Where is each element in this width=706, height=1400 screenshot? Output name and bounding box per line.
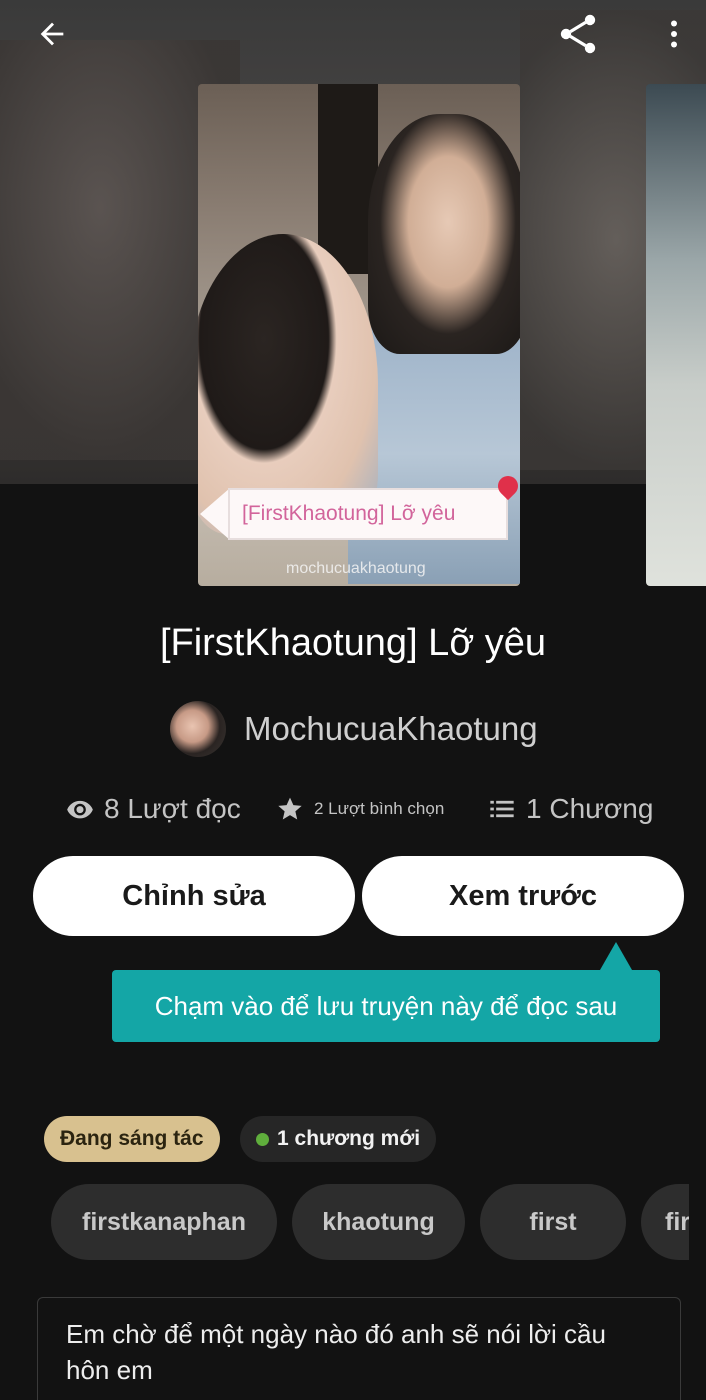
author-name[interactable]: MochucuaKhaotung — [244, 710, 538, 748]
reads-count: 8 Lượt đọc — [104, 793, 241, 824]
save-for-later-tooltip[interactable]: Chạm vào để lưu truyện này để đọc sau — [112, 970, 660, 1042]
tag-chip[interactable]: firstkanaphan — [51, 1184, 277, 1260]
author-row[interactable]: MochucuaKhaotung — [170, 700, 538, 758]
parts-count: 1 Chương — [526, 793, 654, 824]
tooltip-arrow — [600, 942, 632, 970]
new-parts-badge: 1 chương mới — [240, 1116, 437, 1162]
share-icon — [560, 14, 596, 54]
tag-chip[interactable]: khaotung — [292, 1184, 465, 1260]
votes-stat: 2 Lượt bình chọn — [276, 784, 444, 834]
reads-stat: 8 Lượt đọc — [66, 784, 241, 834]
more-options-button[interactable] — [646, 6, 702, 62]
preview-button[interactable]: Xem trước — [362, 856, 684, 936]
new-indicator-dot — [256, 1132, 269, 1146]
tag-chip[interactable]: fir — [641, 1184, 689, 1260]
author-avatar[interactable] — [170, 701, 226, 757]
arrow-left-icon — [40, 22, 64, 46]
share-button[interactable] — [550, 6, 606, 62]
description-box[interactable]: Em chờ để một ngày nào đó anh sẽ nói lời… — [37, 1297, 681, 1400]
parts-stat: 1 Chương — [488, 784, 653, 834]
edit-button[interactable]: Chỉnh sửa — [33, 856, 355, 936]
tag-chip[interactable]: first — [480, 1184, 626, 1260]
status-badge: Đang sáng tác — [44, 1116, 220, 1162]
votes-count: 2 Lượt bình chọn — [314, 799, 445, 818]
story-description: Em chờ để một ngày nào đó anh sẽ nói lời… — [66, 1319, 606, 1385]
back-button[interactable] — [24, 6, 80, 62]
stats-row: 8 Lượt đọc 2 Lượt bình chọn 1 Chương — [66, 784, 666, 834]
star-icon — [278, 797, 302, 820]
eye-icon — [67, 800, 93, 819]
more-vertical-icon — [671, 20, 677, 48]
story-cover[interactable]: [FirstKhaotung] Lỡ yêu mochucuakhaotung — [198, 84, 520, 586]
top-bar — [0, 0, 706, 68]
story-title: [FirstKhaotung] Lỡ yêu — [159, 622, 547, 664]
list-icon — [490, 800, 514, 818]
tag-list: firstkanaphan khaotung first fir — [51, 1184, 689, 1260]
cover-title-text: [FirstKhaotung] Lỡ yêu — [242, 502, 456, 525]
new-parts-label: 1 chương mới — [277, 1127, 421, 1150]
cover-title-tag: [FirstKhaotung] Lỡ yêu — [198, 488, 508, 540]
next-story-cover[interactable] — [646, 84, 706, 586]
cover-watermark: mochucuakhaotung — [286, 560, 426, 577]
